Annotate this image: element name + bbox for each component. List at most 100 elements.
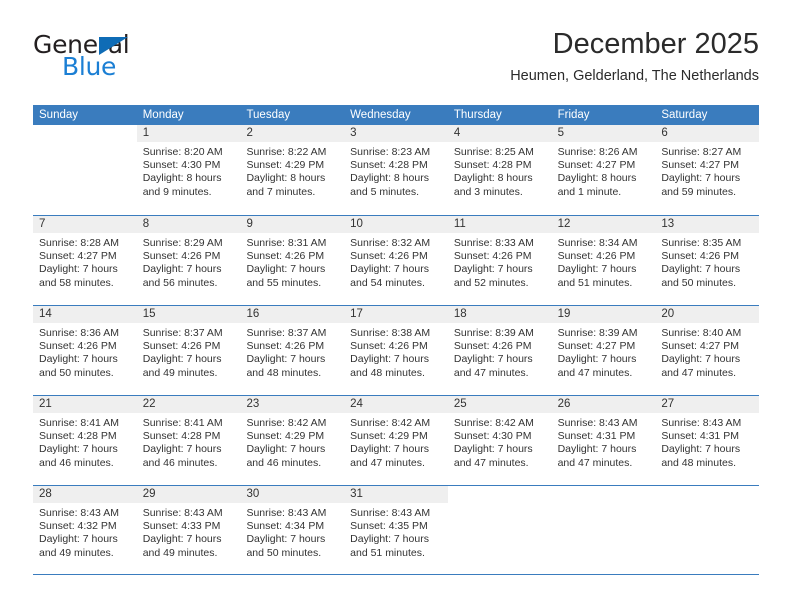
- day-detail-line: Sunrise: 8:37 AM: [142, 327, 223, 339]
- calendar-day-cell[interactable]: 5 Sunrise: 8:26 AM Sunset: 4:27 PM Daylight…: [551, 125, 656, 215]
- day-detail-line: Sunset: 4:26 PM: [350, 250, 428, 263]
- day-detail-line: and 59 minutes.: [661, 185, 737, 198]
- calendar-day-cell[interactable]: 6 Sunrise: 8:27 AM Sunset: 4:27 PM Daylight…: [655, 125, 760, 215]
- calendar-day-cell[interactable]: 30 Sunrise: 8:43 AM Sunset: 4:34 PM Dayligh…: [240, 486, 345, 574]
- day-details: Sunrise: 8:37 AM Sunset: 4:26 PM Daylight:…: [240, 323, 344, 380]
- calendar-day-cell[interactable]: 7 Sunrise: 8:28 AM Sunset: 4:27 PM Daylight…: [33, 216, 137, 305]
- day-details: Sunrise: 8:41 AM Sunset: 4:28 PM Daylight:…: [137, 413, 241, 470]
- day-detail-line: Daylight: 7 hours: [661, 172, 741, 185]
- calendar-day-cell[interactable]: 26 Sunrise: 8:43 AM Sunset: 4:31 PM Dayligh…: [551, 396, 656, 485]
- day-detail-line: Daylight: 7 hours: [661, 263, 741, 276]
- day-detail-line: Sunset: 4:26 PM: [661, 250, 739, 263]
- day-detail-line: and 9 minutes.: [142, 185, 212, 198]
- calendar-day-cell[interactable]: 24 Sunrise: 8:42 AM Sunset: 4:29 PM Dayligh…: [344, 396, 448, 485]
- calendar-day-cell[interactable]: 22 Sunrise: 8:41 AM Sunset: 4:28 PM Dayligh…: [136, 396, 241, 485]
- day-detail-line: Daylight: 7 hours: [661, 353, 741, 366]
- calendar-day-cell[interactable]: 23 Sunrise: 8:42 AM Sunset: 4:29 PM Dayligh…: [240, 396, 345, 485]
- day-detail-line: Sunrise: 8:25 AM: [453, 146, 534, 158]
- day-detail-line: Daylight: 7 hours: [142, 353, 222, 366]
- calendar-day-cell[interactable]: 4 Sunrise: 8:25 AM Sunset: 4:28 PM Daylight…: [447, 125, 552, 215]
- day-details: Sunrise: 8:20 AM Sunset: 4:30 PM Daylight:…: [137, 142, 241, 199]
- calendar-day-cell[interactable]: 25 Sunrise: 8:42 AM Sunset: 4:30 PM Dayligh…: [447, 396, 552, 485]
- weekday-header-sunday: Sunday: [39, 109, 79, 121]
- day-details: Sunrise: 8:31 AM Sunset: 4:26 PM Daylight:…: [240, 233, 344, 290]
- day-details: Sunrise: 8:43 AM Sunset: 4:33 PM Daylight:…: [137, 503, 241, 560]
- calendar-day-cell[interactable]: 8 Sunrise: 8:29 AM Sunset: 4:26 PM Daylight…: [136, 216, 241, 305]
- calendar-day-cell[interactable]: 16 Sunrise: 8:37 AM Sunset: 4:26 PM Dayligh…: [240, 306, 345, 395]
- calendar-day-cell[interactable]: 21 Sunrise: 8:41 AM Sunset: 4:28 PM Dayligh…: [33, 396, 137, 485]
- calendar-day-cell[interactable]: 15 Sunrise: 8:37 AM Sunset: 4:26 PM Dayligh…: [136, 306, 241, 395]
- page-title: December 2025: [552, 28, 759, 60]
- day-number: 10: [344, 216, 448, 233]
- day-detail-line: Daylight: 7 hours: [557, 353, 637, 366]
- day-number: 12: [551, 216, 656, 233]
- calendar-day-cell[interactable]: 9 Sunrise: 8:31 AM Sunset: 4:26 PM Daylight…: [240, 216, 345, 305]
- day-detail-line: and 49 minutes.: [142, 366, 218, 379]
- calendar-day-cell[interactable]: 3 Sunrise: 8:23 AM Sunset: 4:28 PM Daylight…: [344, 125, 448, 215]
- day-detail-line: Sunrise: 8:35 AM: [661, 237, 742, 249]
- calendar-day-cell[interactable]: 27 Sunrise: 8:43 AM Sunset: 4:31 PM Dayligh…: [655, 396, 760, 485]
- day-detail-line: and 50 minutes.: [661, 276, 737, 289]
- day-detail-line: and 47 minutes.: [350, 456, 425, 469]
- day-details: Sunrise: 8:35 AM Sunset: 4:26 PM Daylight:…: [655, 233, 759, 290]
- day-detail-line: Daylight: 7 hours: [661, 443, 741, 456]
- day-detail-line: Sunrise: 8:22 AM: [246, 146, 327, 158]
- day-details: Sunrise: 8:26 AM Sunset: 4:27 PM Daylight:…: [552, 142, 656, 199]
- calendar-day-cell[interactable]: 11 Sunrise: 8:33 AM Sunset: 4:26 PM Dayligh…: [447, 216, 552, 305]
- day-detail-line: Sunrise: 8:43 AM: [142, 507, 223, 519]
- calendar-day-cell[interactable]: 19 Sunrise: 8:39 AM Sunset: 4:27 PM Dayligh…: [551, 306, 656, 395]
- day-detail-line: Sunset: 4:29 PM: [246, 159, 325, 172]
- general-blue-logo: General Blue: [33, 32, 253, 88]
- calendar-week-row: 1 Sunrise: 8:20 AM Sunset: 4:30 PM Daylight…: [33, 125, 760, 215]
- calendar-day-cell[interactable]: 14 Sunrise: 8:36 AM Sunset: 4:26 PM Dayligh…: [33, 306, 137, 395]
- day-detail-line: Daylight: 8 hours: [142, 172, 222, 185]
- day-number: 15: [136, 306, 241, 323]
- day-detail-line: and 49 minutes.: [142, 546, 218, 559]
- calendar-day-cell[interactable]: 31 Sunrise: 8:43 AM Sunset: 4:35 PM Dayligh…: [344, 486, 448, 574]
- day-details: Sunrise: 8:28 AM Sunset: 4:27 PM Daylight:…: [33, 233, 137, 290]
- calendar-day-cell[interactable]: 17 Sunrise: 8:38 AM Sunset: 4:26 PM Dayligh…: [344, 306, 448, 395]
- day-details: Sunrise: 8:42 AM Sunset: 4:29 PM Daylight:…: [240, 413, 344, 470]
- day-detail-line: Sunset: 4:31 PM: [557, 430, 636, 443]
- day-detail-line: Daylight: 7 hours: [142, 533, 222, 546]
- day-detail-line: and 50 minutes.: [39, 366, 114, 379]
- logo-text-blue: Blue: [62, 52, 117, 81]
- day-detail-line: and 54 minutes.: [350, 276, 425, 289]
- day-number: 26: [551, 396, 656, 413]
- day-detail-line: Daylight: 7 hours: [246, 533, 326, 546]
- day-detail-line: Sunset: 4:28 PM: [350, 159, 428, 172]
- day-detail-line: Daylight: 7 hours: [350, 263, 429, 276]
- day-details: [552, 503, 656, 507]
- calendar-day-cell[interactable]: 12 Sunrise: 8:34 AM Sunset: 4:26 PM Dayligh…: [551, 216, 656, 305]
- calendar-day-cell[interactable]: 13 Sunrise: 8:35 AM Sunset: 4:26 PM Dayligh…: [655, 216, 760, 305]
- day-details: Sunrise: 8:37 AM Sunset: 4:26 PM Daylight:…: [137, 323, 241, 380]
- day-number: [552, 486, 656, 503]
- day-detail-line: and 1 minute.: [557, 185, 622, 198]
- weekday-header-wednesday: Wednesday: [350, 109, 411, 121]
- day-number: 19: [551, 306, 656, 323]
- calendar-day-cell[interactable]: 28 Sunrise: 8:43 AM Sunset: 4:32 PM Dayligh…: [33, 486, 137, 574]
- day-detail-line: Sunset: 4:26 PM: [350, 340, 428, 353]
- calendar-day-cell[interactable]: 20 Sunrise: 8:40 AM Sunset: 4:27 PM Dayligh…: [655, 306, 760, 395]
- day-detail-line: and 7 minutes.: [246, 185, 316, 198]
- day-detail-line: Daylight: 7 hours: [350, 353, 429, 366]
- day-detail-line: Sunrise: 8:42 AM: [453, 417, 534, 429]
- calendar-day-cell[interactable]: 29 Sunrise: 8:43 AM Sunset: 4:33 PM Dayligh…: [136, 486, 241, 574]
- day-detail-line: Sunset: 4:27 PM: [661, 340, 739, 353]
- day-detail-line: Daylight: 7 hours: [39, 353, 118, 366]
- calendar-day-cell[interactable]: 1 Sunrise: 8:20 AM Sunset: 4:30 PM Daylight…: [136, 125, 241, 215]
- day-detail-line: Sunset: 4:26 PM: [453, 250, 532, 263]
- calendar-day-cell[interactable]: 18 Sunrise: 8:39 AM Sunset: 4:26 PM Dayligh…: [447, 306, 552, 395]
- day-detail-line: Sunset: 4:32 PM: [39, 520, 117, 533]
- day-detail-line: Sunrise: 8:42 AM: [350, 417, 431, 429]
- day-detail-line: and 46 minutes.: [39, 456, 114, 469]
- calendar-day-cell[interactable]: 10 Sunrise: 8:32 AM Sunset: 4:26 PM Dayligh…: [344, 216, 448, 305]
- day-detail-line: Sunrise: 8:41 AM: [39, 417, 119, 429]
- day-number: 27: [655, 396, 760, 413]
- calendar-week-row: 7 Sunrise: 8:28 AM Sunset: 4:27 PM Daylight…: [33, 215, 760, 305]
- day-detail-line: and 46 minutes.: [246, 456, 322, 469]
- day-detail-line: Sunset: 4:27 PM: [557, 340, 636, 353]
- day-detail-line: Daylight: 7 hours: [39, 443, 118, 456]
- calendar-day-cell[interactable]: 2 Sunrise: 8:22 AM Sunset: 4:29 PM Daylight…: [240, 125, 345, 215]
- day-number: 13: [655, 216, 760, 233]
